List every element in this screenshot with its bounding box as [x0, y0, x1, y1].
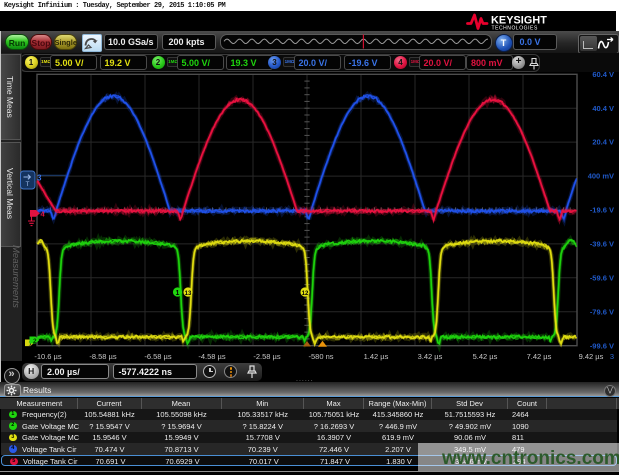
- svg-text:-580 ns: -580 ns: [308, 352, 333, 361]
- svg-text:-4.58 µs: -4.58 µs: [198, 352, 225, 361]
- svg-text:-10.6 µs: -10.6 µs: [34, 352, 61, 361]
- svg-text:400 mV: 400 mV: [588, 172, 614, 181]
- svg-text:-6.58 µs: -6.58 µs: [144, 352, 171, 361]
- svg-text:40.4 V: 40.4 V: [592, 104, 614, 113]
- svg-text:5.42 µs: 5.42 µs: [473, 352, 498, 361]
- svg-text:-59.6 V: -59.6 V: [590, 273, 614, 282]
- svg-text:9.42 µs: 9.42 µs: [579, 352, 604, 361]
- svg-text:3: 3: [610, 352, 614, 361]
- svg-text:-79.6 V: -79.6 V: [590, 307, 614, 316]
- svg-text:1: 1: [176, 290, 180, 297]
- svg-text:12: 12: [302, 291, 309, 297]
- svg-text:3.42 µs: 3.42 µs: [418, 352, 443, 361]
- svg-text:2: 2: [33, 338, 37, 345]
- svg-text:13: 13: [185, 291, 192, 297]
- svg-text:T: T: [26, 181, 30, 188]
- svg-text:1.42 µs: 1.42 µs: [364, 352, 389, 361]
- svg-text:-8.58 µs: -8.58 µs: [89, 352, 116, 361]
- svg-text:-39.6 V: -39.6 V: [590, 240, 614, 249]
- svg-text:-2.58 µs: -2.58 µs: [253, 352, 280, 361]
- svg-text:3: 3: [37, 174, 42, 183]
- svg-text:-19.6 V: -19.6 V: [590, 206, 614, 215]
- svg-text:-99.6 V: -99.6 V: [590, 341, 614, 350]
- svg-text:7.42 µs: 7.42 µs: [527, 352, 552, 361]
- svg-text:20.4 V: 20.4 V: [592, 138, 614, 147]
- svg-text:60.4 V: 60.4 V: [592, 72, 614, 79]
